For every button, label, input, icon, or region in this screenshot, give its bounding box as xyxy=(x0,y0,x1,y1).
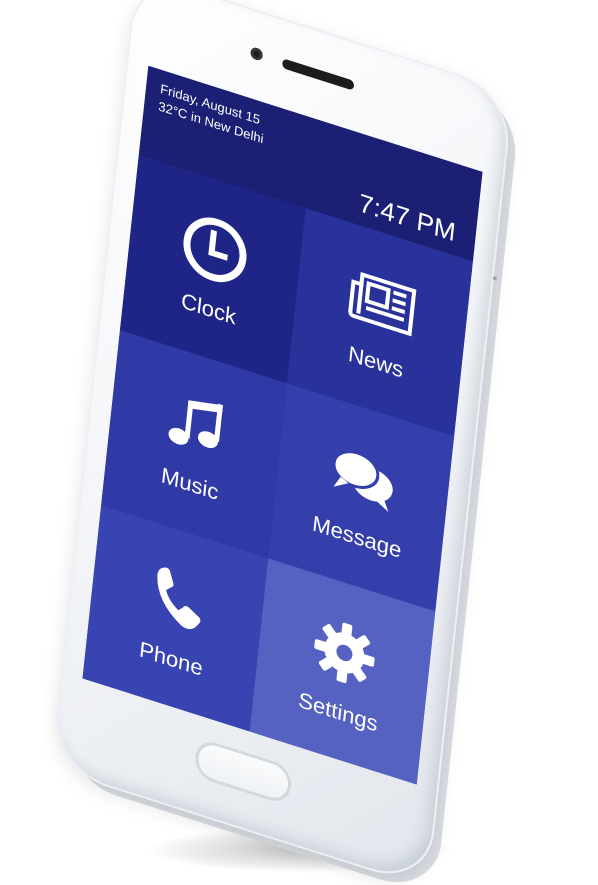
front-camera xyxy=(250,46,264,62)
newspaper-icon xyxy=(342,257,421,350)
stage: Friday, August 15 32°C in New Delhi 7:47… xyxy=(0,0,598,885)
phone-handset-icon xyxy=(138,553,217,646)
gear-icon xyxy=(305,607,384,700)
side-button[interactable] xyxy=(492,275,497,281)
launcher-screen: Friday, August 15 32°C in New Delhi 7:47… xyxy=(82,65,483,785)
home-button[interactable] xyxy=(193,737,294,807)
app-grid: Clock News Music Message Phone Settings xyxy=(82,155,473,785)
earpiece-speaker xyxy=(281,58,355,91)
chat-bubbles-icon xyxy=(324,432,403,525)
phone-device: Friday, August 15 32°C in New Delhi 7:47… xyxy=(50,0,514,885)
clock-icon xyxy=(175,203,254,296)
music-note-icon xyxy=(157,378,236,471)
